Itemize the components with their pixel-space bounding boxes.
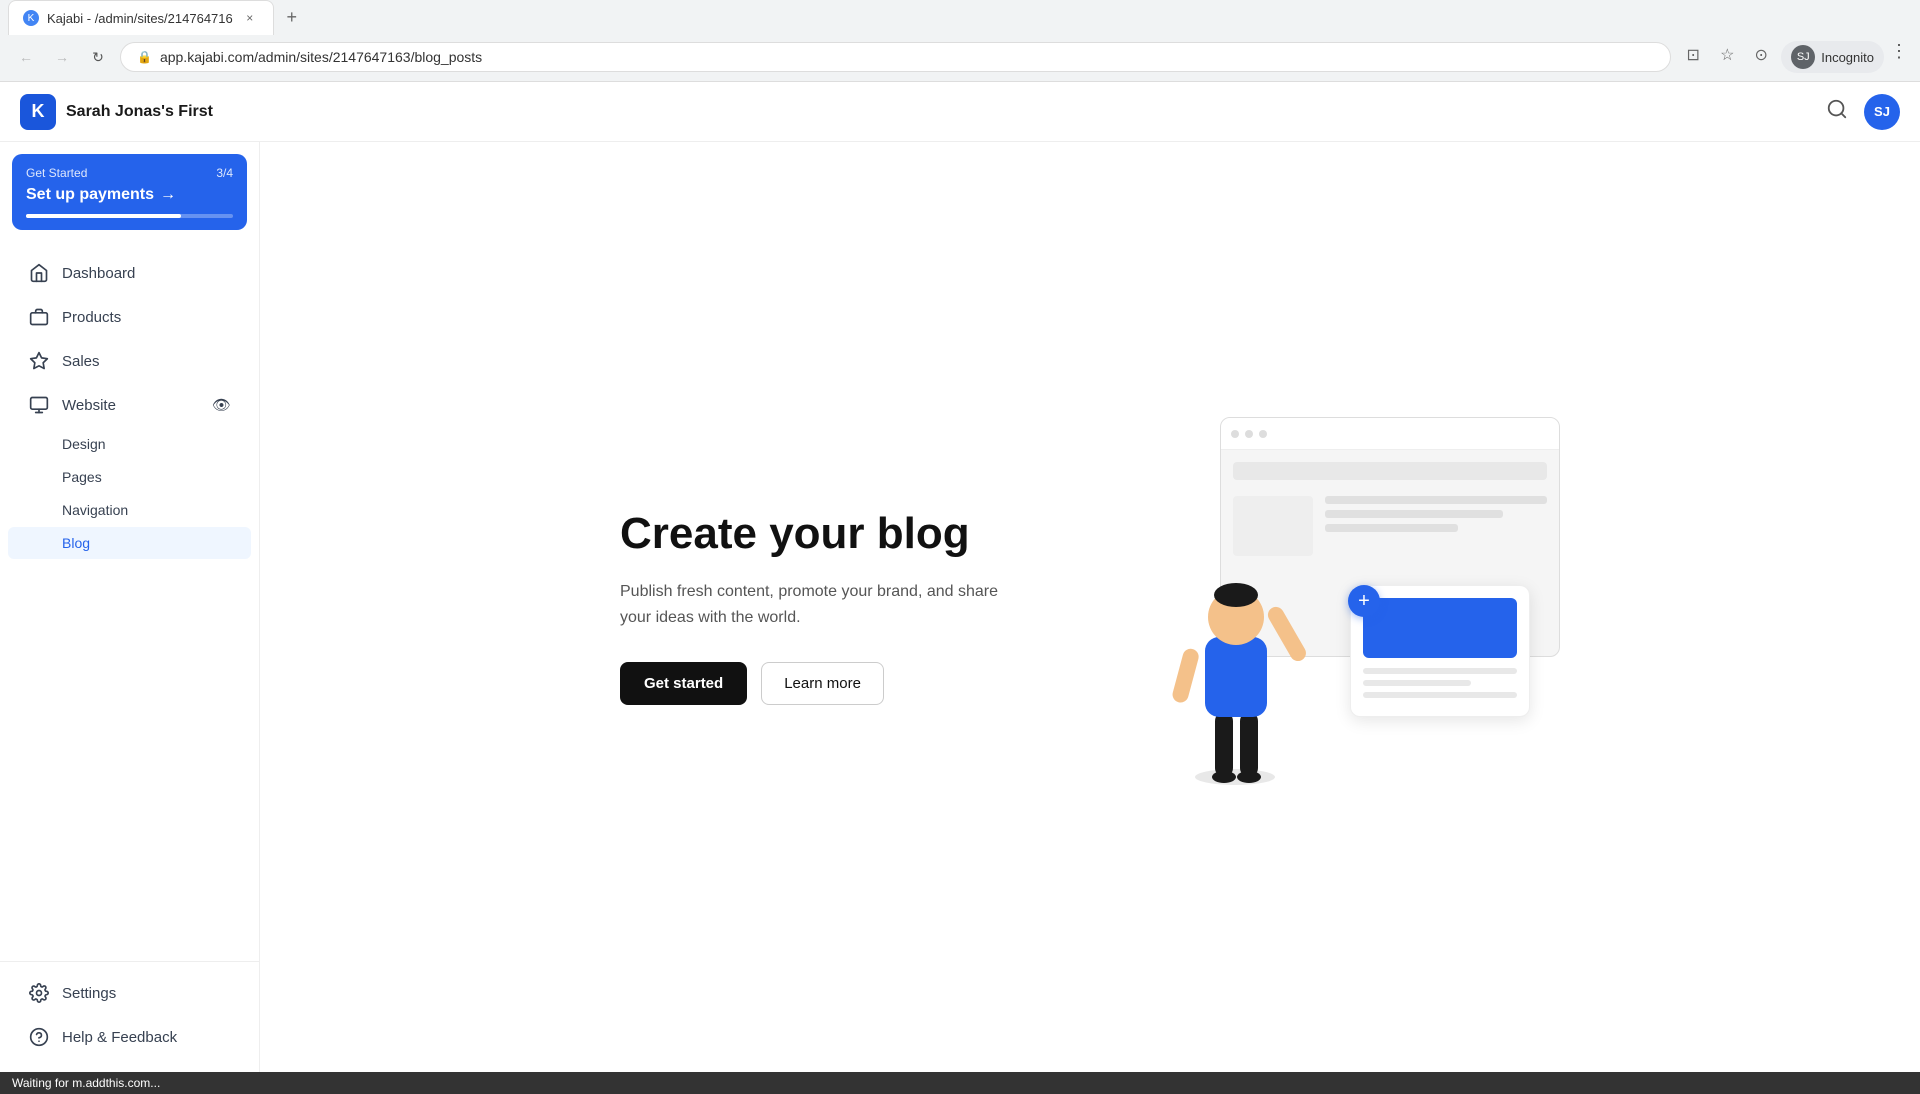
- blog-promo: Create your blog Publish fresh content, …: [540, 357, 1640, 857]
- sidebar-item-settings[interactable]: Settings: [8, 972, 251, 1014]
- cast-icon[interactable]: ⊡: [1679, 41, 1707, 69]
- sidebar-bottom: Settings Help & Feedback: [0, 961, 259, 1072]
- reload-button[interactable]: ↻: [84, 43, 112, 71]
- illustration-card-line-2: [1363, 680, 1471, 686]
- browser-chrome: K Kajabi - /admin/sites/214764716 × + ← …: [0, 0, 1920, 82]
- blog-label: Blog: [62, 535, 90, 551]
- incognito-label: Incognito: [1821, 50, 1874, 65]
- pages-label: Pages: [62, 469, 102, 485]
- progress-fill: [26, 214, 181, 218]
- sidebar-item-help[interactable]: Help & Feedback: [8, 1016, 251, 1058]
- sidebar-item-products[interactable]: Products: [8, 296, 251, 338]
- design-label: Design: [62, 436, 106, 452]
- illus-dot-3: [1259, 430, 1267, 438]
- app-logo: K Sarah Jonas's First: [20, 94, 213, 130]
- illustration-card-line-3: [1363, 692, 1517, 698]
- address-text: app.kajabi.com/admin/sites/2147647163/bl…: [160, 49, 1654, 65]
- back-button[interactable]: ←: [12, 43, 40, 71]
- sidebar-item-design[interactable]: Design: [8, 428, 251, 460]
- app-header-right: SJ: [1826, 94, 1900, 130]
- new-tab-button[interactable]: +: [278, 4, 306, 32]
- sidebar-item-pages[interactable]: Pages: [8, 461, 251, 493]
- get-started-cta: Set up payments →: [26, 186, 233, 204]
- main-layout: Get Started 3/4 Set up payments →: [0, 142, 1920, 1072]
- sidebar-item-sales[interactable]: Sales: [8, 340, 251, 382]
- website-icon: [28, 394, 50, 416]
- blog-promo-text: Create your blog Publish fresh content, …: [620, 509, 1000, 706]
- more-options-button[interactable]: ⋮: [1890, 41, 1908, 73]
- profile-icon[interactable]: ⊙: [1747, 41, 1775, 69]
- illus-line-1: [1325, 496, 1547, 504]
- illus-dot-2: [1245, 430, 1253, 438]
- products-label: Products: [62, 309, 121, 326]
- incognito-button[interactable]: SJ Incognito: [1781, 41, 1884, 73]
- tab-favicon: K: [23, 10, 39, 26]
- illustration-card-line-1: [1363, 668, 1517, 674]
- user-avatar[interactable]: SJ: [1864, 94, 1900, 130]
- blog-promo-actions: Get started Learn more: [620, 662, 1000, 705]
- bookmark-icon[interactable]: ☆: [1713, 41, 1741, 69]
- help-label: Help & Feedback: [62, 1029, 177, 1046]
- logo-icon: K: [20, 94, 56, 130]
- illustration-person: [1140, 517, 1340, 797]
- get-started-banner[interactable]: Get Started 3/4 Set up payments →: [12, 154, 247, 230]
- content-area: Create your blog Publish fresh content, …: [260, 142, 1920, 1072]
- sidebar-item-website[interactable]: Website 👁: [8, 384, 251, 426]
- illustration-browser-bar: [1221, 418, 1559, 450]
- illustration-plus-button: +: [1348, 585, 1380, 617]
- learn-more-button[interactable]: Learn more: [761, 662, 884, 705]
- get-started-label: Get Started: [26, 166, 87, 180]
- sidebar-item-navigation[interactable]: Navigation: [8, 494, 251, 526]
- settings-label: Settings: [62, 985, 116, 1002]
- illustration-search-bar: [1233, 462, 1547, 480]
- website-label: Website: [62, 397, 116, 414]
- search-button[interactable]: [1826, 98, 1848, 126]
- website-sub-nav: Design Pages Navigation Blog: [0, 428, 259, 559]
- illus-dot-1: [1231, 430, 1239, 438]
- sidebar: Get Started 3/4 Set up payments →: [0, 142, 260, 1072]
- blog-illustration: +: [1140, 417, 1560, 797]
- app-container: K Sarah Jonas's First SJ Get Started 3/4: [0, 82, 1920, 1072]
- illus-line-3: [1325, 524, 1458, 532]
- progress-bar: [26, 214, 233, 218]
- browser-actions: ⊡ ☆ ⊙ SJ Incognito ⋮: [1679, 41, 1908, 73]
- incognito-avatar: SJ: [1791, 45, 1815, 69]
- illustration-card-blue: [1363, 598, 1517, 658]
- app-header: K Sarah Jonas's First SJ: [0, 82, 1920, 142]
- browser-tab-bar: K Kajabi - /admin/sites/214764716 × +: [0, 0, 1920, 35]
- dashboard-label: Dashboard: [62, 265, 135, 282]
- get-started-button[interactable]: Get started: [620, 662, 747, 705]
- website-eye-icon: 👁: [212, 396, 231, 414]
- settings-icon: [28, 982, 50, 1004]
- sidebar-nav: Dashboard Products: [0, 242, 259, 961]
- status-text: Waiting for m.addthis.com...: [12, 1076, 160, 1090]
- blog-promo-description: Publish fresh content, promote your bran…: [620, 579, 1000, 630]
- sales-icon: [28, 350, 50, 372]
- sidebar-item-blog[interactable]: Blog: [8, 527, 251, 559]
- tab-close-button[interactable]: ×: [241, 9, 259, 27]
- browser-tab-active[interactable]: K Kajabi - /admin/sites/214764716 ×: [8, 0, 274, 35]
- blog-promo-title: Create your blog: [620, 509, 1000, 560]
- sidebar-item-dashboard[interactable]: Dashboard: [8, 252, 251, 294]
- home-icon: [28, 262, 50, 284]
- site-name: Sarah Jonas's First: [66, 103, 213, 121]
- products-icon: [28, 306, 50, 328]
- illus-line-2: [1325, 510, 1503, 518]
- tab-title: Kajabi - /admin/sites/214764716: [47, 11, 233, 26]
- forward-button[interactable]: →: [48, 43, 76, 71]
- illus-content-lines: [1325, 496, 1547, 556]
- browser-controls: ← → ↻ 🔒 app.kajabi.com/admin/sites/21476…: [0, 35, 1920, 81]
- sales-label: Sales: [62, 353, 100, 370]
- status-bar: Waiting for m.addthis.com...: [0, 1072, 1920, 1094]
- get-started-header: Get Started 3/4: [26, 166, 233, 180]
- navigation-label: Navigation: [62, 502, 128, 518]
- website-nav-left: Website: [28, 394, 212, 416]
- help-icon: [28, 1026, 50, 1048]
- lock-icon: 🔒: [137, 50, 152, 64]
- address-bar[interactable]: 🔒 app.kajabi.com/admin/sites/2147647163/…: [120, 42, 1671, 72]
- get-started-count: 3/4: [216, 166, 233, 180]
